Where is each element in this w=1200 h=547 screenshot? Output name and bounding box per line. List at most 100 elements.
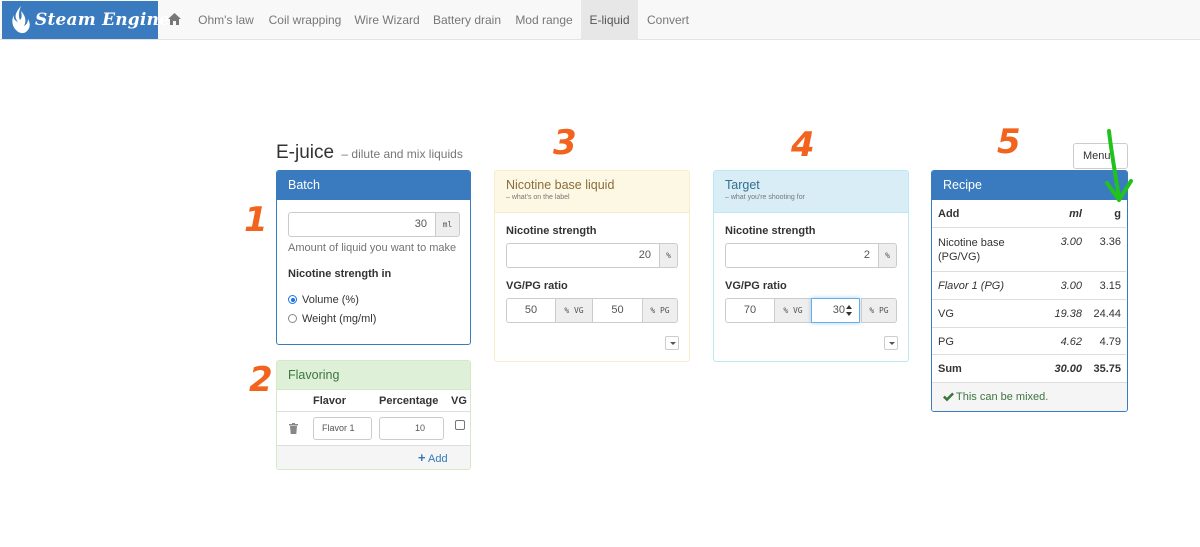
nav-wire-wizard[interactable]: Wire Wizard xyxy=(349,0,425,40)
page-title-main: E-juice xyxy=(276,142,335,163)
nicotine-base-panel-header: Nicotine base liquid – what's on the lab… xyxy=(495,171,689,213)
recipe-row-ml: 3.00 xyxy=(1060,236,1082,248)
page-title: E-juice – dilute and mix liquids xyxy=(276,142,463,164)
table-row: Flavor 1 (PG) 3.00 3.15 xyxy=(932,271,1126,299)
table-row: PG 4.62 4.79 xyxy=(932,327,1126,354)
recipe-row-ml: 19.38 xyxy=(1054,308,1082,320)
checkmark-icon xyxy=(943,392,954,402)
base-strength-label: Nicotine strength xyxy=(506,225,597,237)
recipe-sum-g: 35.75 xyxy=(1093,363,1121,375)
nav-convert[interactable]: Convert xyxy=(640,0,696,40)
recipe-footer: This can be mixed. xyxy=(932,382,1127,411)
recipe-row-name: Nicotine base (PG/VG) xyxy=(938,237,1005,263)
target-pg-input[interactable]: 30 xyxy=(811,298,860,323)
radio-volume-button[interactable] xyxy=(288,295,297,304)
batch-amount-unit: ml xyxy=(435,212,460,237)
flavoring-panel-header: Flavoring xyxy=(277,361,470,390)
flavoring-col-percentage: Percentage xyxy=(379,395,439,407)
recipe-col-add: Add xyxy=(938,208,960,220)
recipe-row-g: 3.36 xyxy=(1099,236,1121,248)
table-row-sum: Sum 30.00 35.75 xyxy=(932,354,1126,382)
flavoring-panel-title: Flavoring xyxy=(288,368,340,382)
trash-icon[interactable] xyxy=(289,423,298,434)
flavoring-col-vg: VG xyxy=(451,395,467,407)
steam-flame-icon xyxy=(12,6,30,34)
target-strength-label: Nicotine strength xyxy=(725,225,816,237)
nicotine-base-panel-title: Nicotine base liquid xyxy=(506,178,615,192)
nav-ohms-law[interactable]: Ohm's law xyxy=(191,0,261,40)
target-panel-header: Target – what you're shooting for xyxy=(714,171,908,213)
annotation-number-5: 5 xyxy=(997,122,1021,162)
annotation-number-4: 4 xyxy=(791,125,815,165)
spinner-arrows-icon[interactable] xyxy=(846,305,852,316)
nav-battery-drain[interactable]: Battery drain xyxy=(427,0,507,40)
add-flavor-link[interactable]: + Add xyxy=(418,450,448,465)
green-arrow-annotation xyxy=(1105,129,1133,202)
nav-mod-range[interactable]: Mod range xyxy=(509,0,579,40)
batch-panel-header: Batch xyxy=(277,171,470,200)
radio-volume-label: Volume (%) xyxy=(302,294,359,306)
annotation-number-2: 2 xyxy=(249,360,273,400)
target-panel-title: Target xyxy=(725,178,760,192)
flavor-percentage-input[interactable]: 10 xyxy=(379,417,444,440)
recipe-panel-header: Recipe xyxy=(932,171,1127,200)
base-vg-unit: % VG xyxy=(555,298,593,323)
plus-icon: + xyxy=(418,450,426,465)
base-ratio-label: VG/PG ratio xyxy=(506,280,568,292)
batch-panel: Batch 30 ml Amount of liquid you want to… xyxy=(276,170,471,345)
annotation-number-1: 1 xyxy=(244,200,268,240)
target-ratio-label: VG/PG ratio xyxy=(725,280,787,292)
strength-in-label: Nicotine strength in xyxy=(288,268,392,280)
flavor-vg-checkbox[interactable] xyxy=(455,420,465,430)
base-strength-unit: % xyxy=(659,243,678,268)
recipe-col-ml: ml xyxy=(1069,208,1082,220)
recipe-sum-ml: 30.00 xyxy=(1054,363,1082,375)
nav-home[interactable] xyxy=(161,0,188,40)
nicotine-base-panel-subtitle: – what's on the label xyxy=(506,194,570,201)
target-vg-unit: % VG xyxy=(774,298,812,323)
target-strength-input[interactable]: 2 xyxy=(725,243,879,268)
table-row: VG 19.38 24.44 xyxy=(932,299,1126,327)
recipe-panel: Recipe Add ml g Nicotine base (PG/VG) 3.… xyxy=(931,170,1128,412)
target-pg-unit: % PG xyxy=(861,298,897,323)
radio-weight-button[interactable] xyxy=(288,314,297,323)
batch-amount-input[interactable]: 30 xyxy=(288,212,436,237)
target-vg-input[interactable]: 70 xyxy=(725,298,775,323)
flavoring-panel: Flavoring Flavor Percentage VG Flavor 1 … xyxy=(276,360,471,470)
home-icon xyxy=(168,13,181,25)
recipe-col-g: g xyxy=(1114,208,1121,220)
add-flavor-label: Add xyxy=(428,453,448,465)
recipe-status: This can be mixed. xyxy=(956,391,1049,403)
base-pg-unit: % PG xyxy=(642,298,678,323)
recipe-row-g: 3.15 xyxy=(1099,280,1121,292)
radio-weight[interactable]: Weight (mg/ml) xyxy=(288,313,376,325)
base-strength-input[interactable]: 20 xyxy=(506,243,660,268)
brand-logo[interactable]: Steam Engine xyxy=(2,1,170,39)
batch-amount-help: Amount of liquid you want to make xyxy=(288,242,457,254)
annotation-number-3: 3 xyxy=(553,123,577,163)
recipe-row-ml: 3.00 xyxy=(1060,280,1082,292)
navbar: Steam Engine Ohm's law Coil wrapping Wir… xyxy=(0,0,1200,40)
recipe-row-name: PG xyxy=(938,336,954,348)
nav-e-liquid[interactable]: E-liquid xyxy=(581,0,638,40)
nicotine-base-panel: Nicotine base liquid – what's on the lab… xyxy=(494,170,690,362)
nav-coil-wrapping[interactable]: Coil wrapping xyxy=(262,0,348,40)
page-subtitle: – dilute and mix liquids xyxy=(341,147,463,161)
base-pg-input[interactable]: 50 xyxy=(592,298,643,323)
flavor-name-input[interactable]: Flavor 1 xyxy=(313,417,372,440)
batch-panel-title: Batch xyxy=(288,178,320,192)
radio-volume[interactable]: Volume (%) xyxy=(288,294,359,306)
recipe-row-g: 24.44 xyxy=(1093,308,1121,320)
radio-weight-label: Weight (mg/ml) xyxy=(302,313,377,325)
recipe-row-name: VG xyxy=(938,308,954,320)
table-row: Nicotine base (PG/VG) 3.00 3.36 xyxy=(932,227,1126,271)
brand-name: Steam Engine xyxy=(35,10,171,30)
recipe-row-name: Flavor 1 (PG) xyxy=(938,280,1005,292)
flavoring-col-flavor: Flavor xyxy=(313,395,347,407)
base-options-dropdown[interactable] xyxy=(665,336,679,350)
recipe-panel-title: Recipe xyxy=(943,178,982,192)
target-panel-subtitle: – what you're shooting for xyxy=(725,194,805,201)
base-vg-input[interactable]: 50 xyxy=(506,298,556,323)
target-strength-unit: % xyxy=(878,243,897,268)
target-options-dropdown[interactable] xyxy=(884,336,898,350)
